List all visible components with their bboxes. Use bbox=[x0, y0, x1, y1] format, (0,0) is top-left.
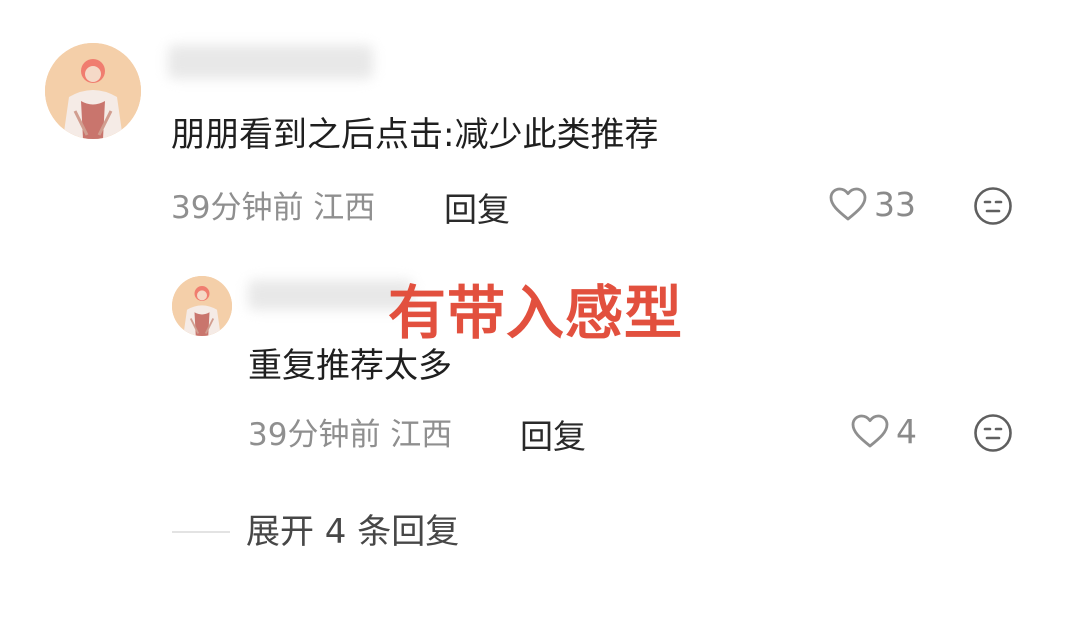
reply-text: 重复推荐太多 bbox=[248, 346, 452, 386]
reply-reply-button[interactable]: 回复 bbox=[520, 420, 586, 453]
avatar-main[interactable] bbox=[45, 43, 141, 139]
avatar-reply[interactable] bbox=[172, 276, 232, 336]
comment-emoji-button[interactable] bbox=[973, 186, 1013, 226]
reply-time-location: 39分钟前 江西 bbox=[248, 417, 453, 453]
heart-outline-icon bbox=[851, 414, 889, 448]
neutral-face-icon bbox=[974, 187, 1012, 225]
reply-like-button[interactable]: 4 bbox=[850, 413, 917, 449]
overlay-caption: 有带入感型 bbox=[388, 279, 684, 347]
comment-time-location: 39分钟前 江西 bbox=[171, 190, 376, 226]
expand-replies-label: 展开 4 条回复 bbox=[246, 512, 460, 552]
comment-like-button[interactable]: 33 bbox=[828, 186, 916, 222]
neutral-face-icon bbox=[974, 414, 1012, 452]
comment-reply-button[interactable]: 回复 bbox=[444, 193, 510, 226]
expand-replies-button[interactable]: 展开 4 条回复 bbox=[172, 515, 459, 549]
expand-divider-line bbox=[172, 531, 230, 533]
avatar-portrait-image bbox=[45, 43, 141, 139]
comment-text: 朋朋看到之后点击:减少此类推荐 bbox=[171, 115, 659, 155]
comment-like-count: 33 bbox=[874, 184, 916, 224]
username-main-blurred[interactable] bbox=[168, 45, 373, 79]
reply-emoji-button[interactable] bbox=[973, 413, 1013, 453]
avatar-portrait-image bbox=[172, 276, 232, 336]
reply-like-count: 4 bbox=[896, 411, 917, 451]
heart-outline-icon bbox=[829, 187, 867, 221]
